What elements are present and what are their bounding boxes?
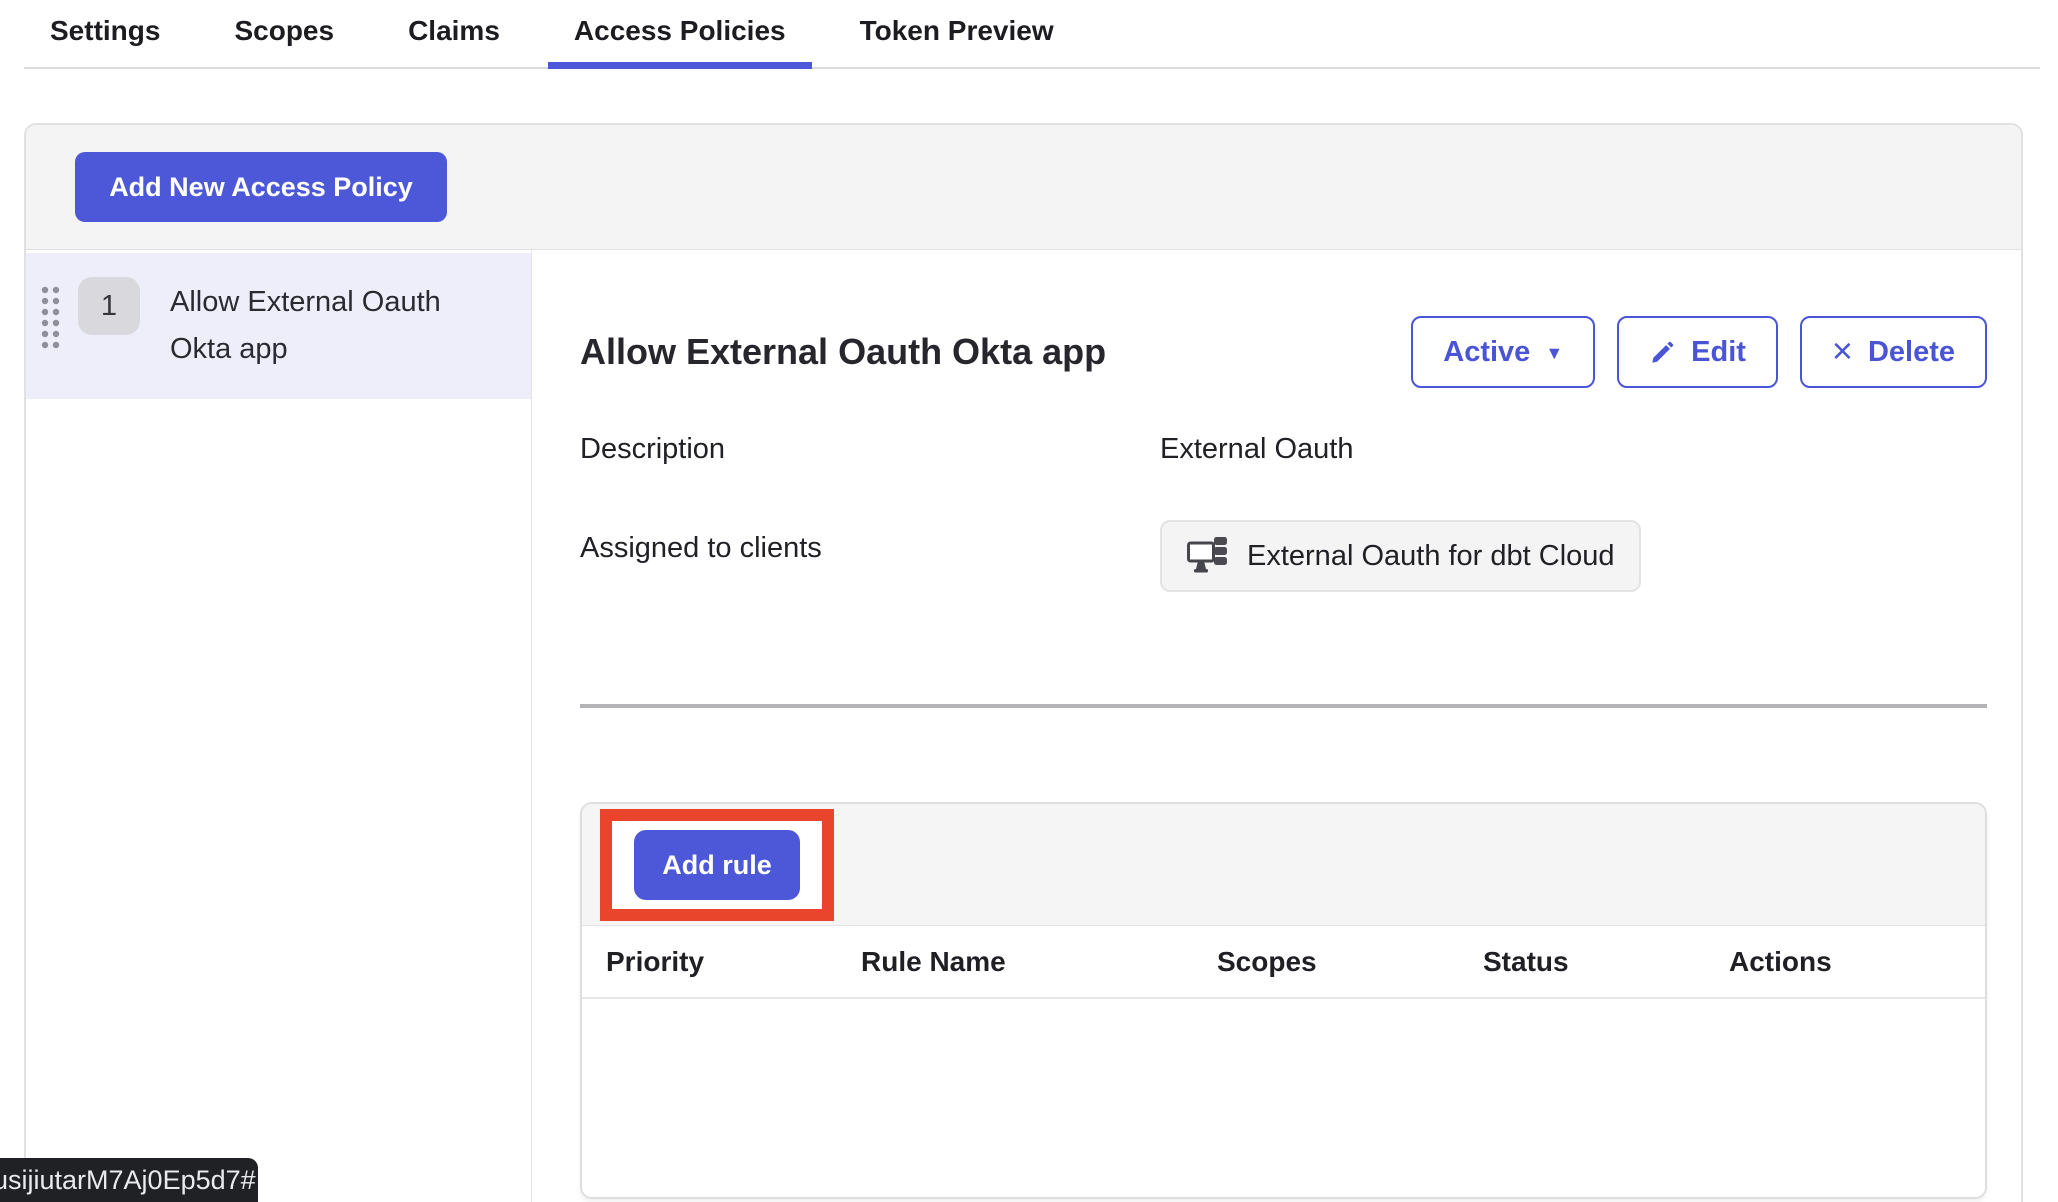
close-icon: × — [1832, 333, 1853, 369]
delete-button[interactable]: × Delete — [1800, 316, 1987, 388]
tab-scopes[interactable]: Scopes — [208, 0, 360, 69]
monitor-icon — [1186, 536, 1232, 576]
add-new-access-policy-button[interactable]: Add New Access Policy — [75, 152, 447, 222]
policy-fields: Description External Oauth Assigned to c… — [580, 433, 1987, 592]
section-divider — [580, 704, 1987, 708]
tab-claims[interactable]: Claims — [382, 0, 526, 69]
policy-name-label: Allow External Oauth Okta app — [170, 279, 475, 373]
link-preview-text: usijiutarM7Aj0Ep5d7# — [0, 1165, 256, 1196]
policy-detail-header: Allow External Oauth Okta app Active ▼ E… — [580, 307, 1987, 397]
tab-settings[interactable]: Settings — [24, 0, 186, 69]
panel-body: 1 Allow External Oauth Okta app Allow Ex… — [26, 250, 2021, 1202]
column-rule-name: Rule Name — [861, 946, 1217, 978]
column-priority: Priority — [606, 946, 861, 978]
delete-button-label: Delete — [1868, 336, 1955, 369]
policy-title: Allow External Oauth Okta app — [580, 331, 1106, 373]
column-status: Status — [1483, 946, 1729, 978]
assigned-client-name: External Oauth for dbt Cloud — [1247, 540, 1615, 573]
assigned-clients-label: Assigned to clients — [580, 532, 1160, 565]
column-actions: Actions — [1729, 946, 1929, 978]
rules-panel: Add rule Priority Rule Name Scopes Statu… — [580, 802, 1987, 1199]
tab-token-preview[interactable]: Token Preview — [834, 0, 1080, 69]
policy-action-buttons: Active ▼ Edit × Delete — [1411, 316, 1987, 388]
drag-handle-icon[interactable] — [40, 285, 62, 356]
policy-priority-badge: 1 — [78, 277, 140, 335]
description-label: Description — [580, 433, 1160, 466]
description-row: Description External Oauth — [580, 433, 1987, 466]
active-status-label: Active — [1443, 336, 1530, 369]
red-annotation-box: Add rule — [600, 809, 834, 921]
policy-detail: Allow External Oauth Okta app Active ▼ E… — [532, 250, 2021, 1202]
active-status-dropdown-button[interactable]: Active ▼ — [1411, 316, 1595, 388]
add-rule-button[interactable]: Add rule — [634, 830, 800, 900]
panel-header: Add New Access Policy — [26, 125, 2021, 250]
edit-button[interactable]: Edit — [1617, 316, 1778, 388]
policy-list-sidebar: 1 Allow External Oauth Okta app — [26, 250, 532, 1202]
tab-access-policies[interactable]: Access Policies — [548, 0, 812, 69]
edit-button-label: Edit — [1691, 336, 1746, 369]
rules-panel-header: Add rule — [582, 804, 1985, 926]
policy-list-item[interactable]: 1 Allow External Oauth Okta app — [26, 253, 531, 399]
tab-bar: Settings Scopes Claims Access Policies T… — [24, 0, 2040, 69]
chevron-down-icon: ▼ — [1545, 343, 1563, 364]
description-value: External Oauth — [1160, 433, 1353, 466]
assigned-client-chip[interactable]: External Oauth for dbt Cloud — [1160, 520, 1641, 592]
assigned-clients-row: Assigned to clients — [580, 532, 1987, 592]
link-preview-tooltip: usijiutarM7Aj0Ep5d7# — [0, 1158, 258, 1202]
rules-table-body — [582, 999, 1985, 1197]
column-scopes: Scopes — [1217, 946, 1483, 978]
access-policies-panel: Add New Access Policy — [24, 123, 2023, 1202]
pencil-icon — [1649, 339, 1676, 366]
rules-table-header: Priority Rule Name Scopes Status Actions — [582, 926, 1985, 999]
